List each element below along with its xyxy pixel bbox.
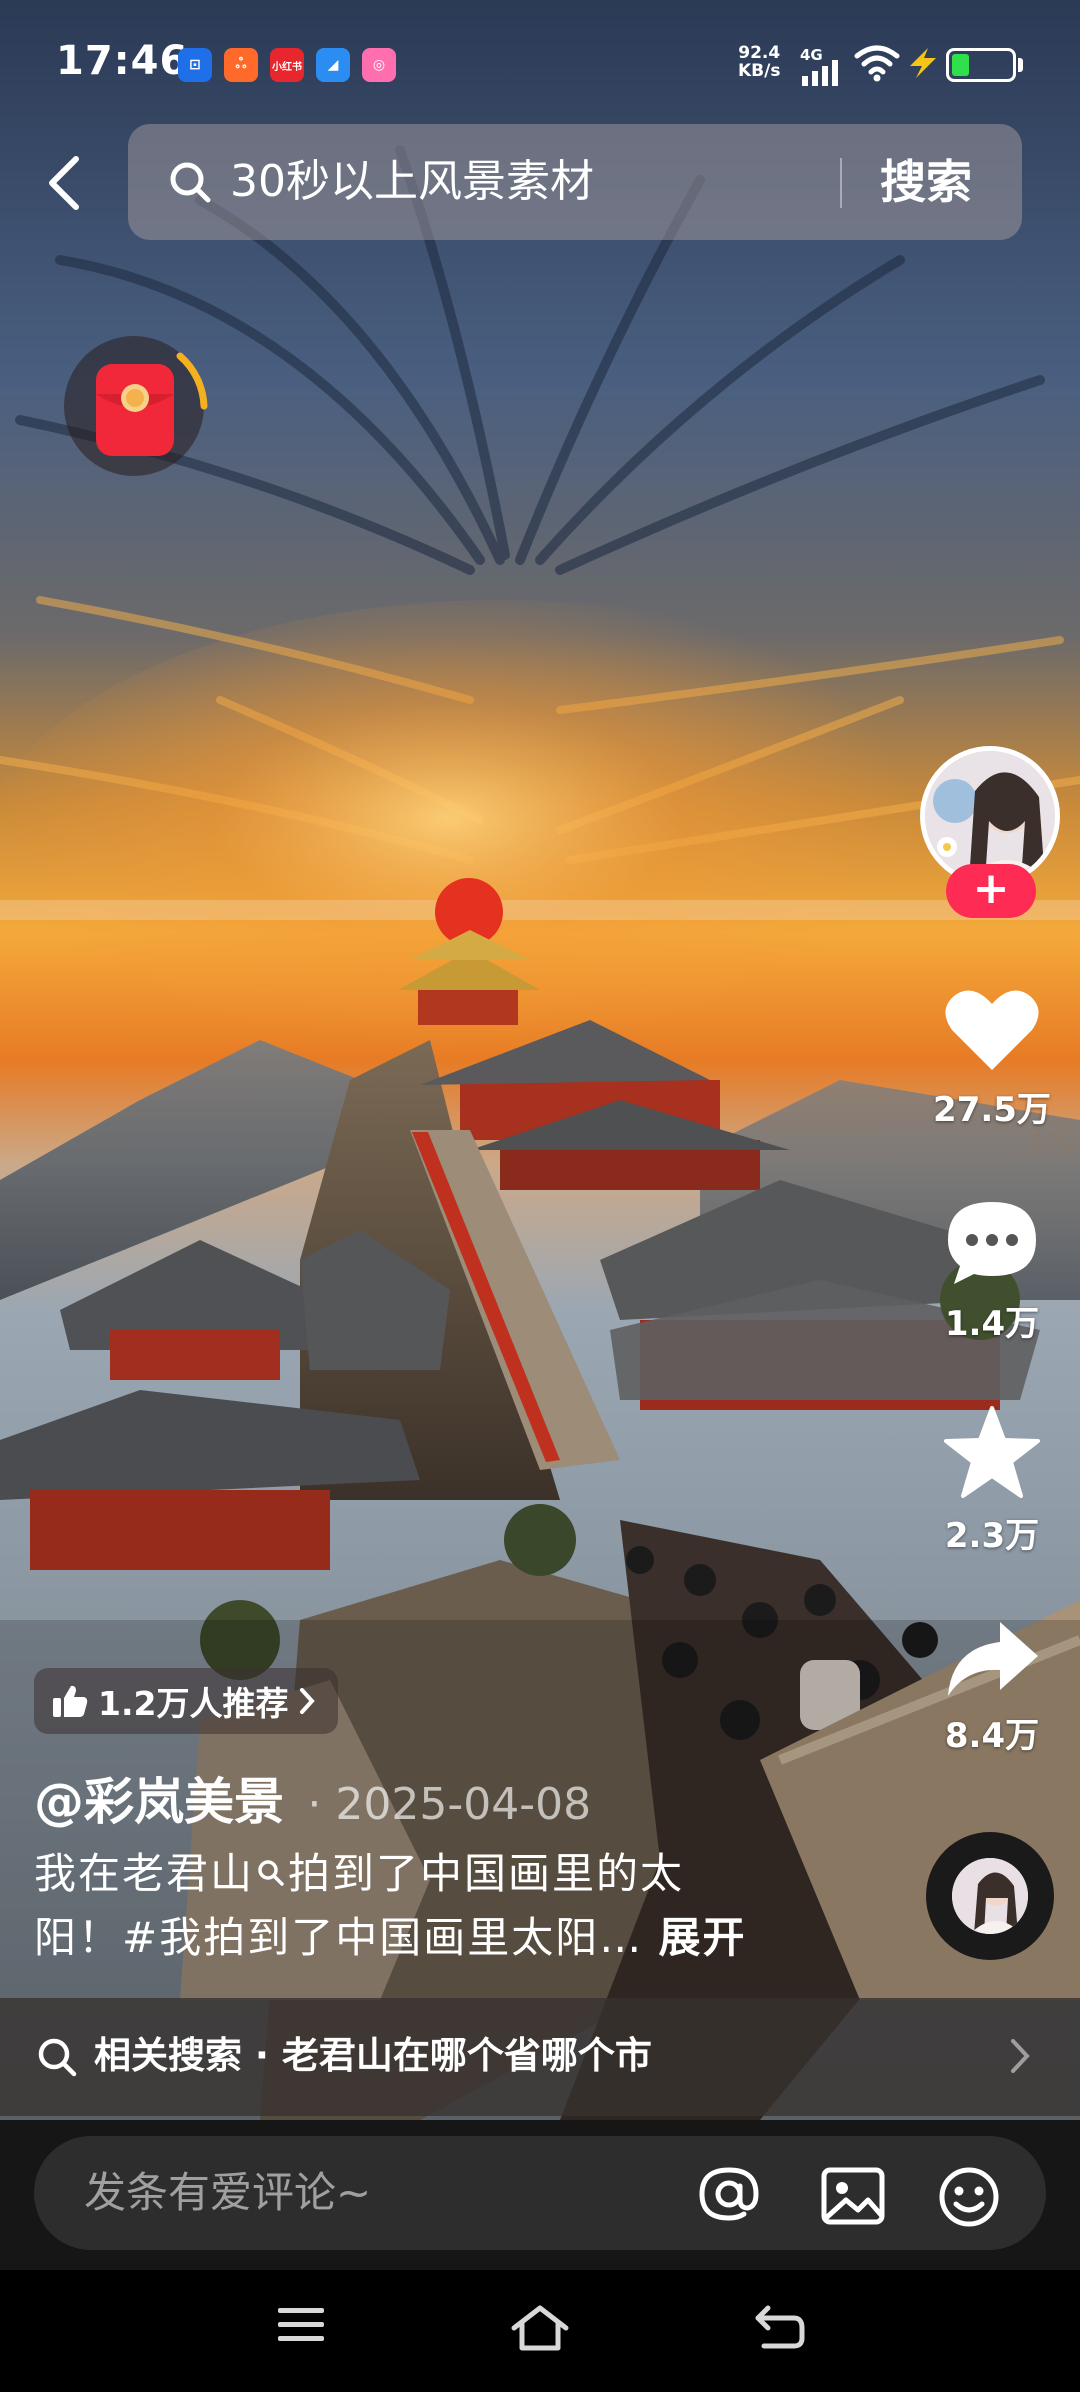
recommend-badge[interactable]: 1.2万人推荐 xyxy=(34,1668,339,1734)
comment-bar: 发条有爱评论~ xyxy=(0,2120,1080,2270)
battery-icon xyxy=(946,48,1016,82)
desc-text-3: 阳！#我拍到了中国画里太阳… xyxy=(34,1913,659,1962)
avatar-image xyxy=(925,751,1055,881)
red-packet-widget[interactable] xyxy=(62,328,212,478)
network-speed: 92.4 KB/s xyxy=(738,43,781,81)
system-nav-bar xyxy=(0,2270,1080,2392)
charging-icon xyxy=(910,48,936,78)
search-keyword-icon[interactable] xyxy=(256,1858,286,1890)
clock: 17:46 xyxy=(56,38,189,84)
favorite-button[interactable]: 2.3万 xyxy=(912,1406,1072,1557)
follow-button[interactable]: + xyxy=(946,864,1036,918)
star-icon xyxy=(944,1406,1040,1498)
favorite-count: 2.3万 xyxy=(944,1516,1040,1556)
chevron-right-icon xyxy=(1011,2039,1030,2073)
video-description[interactable]: 我在老君山 拍到了中国画里的太 阳！#我拍到了中国画里太阳… 展开 xyxy=(34,1842,794,1970)
red-packet-icon xyxy=(64,336,208,476)
author-line: @彩岚美景 · 2025-04-08 xyxy=(34,1762,591,1834)
related-search-icon xyxy=(38,2038,77,2077)
chevron-right-icon xyxy=(300,1688,316,1714)
comment-icon xyxy=(948,1202,1036,1284)
desc-text-1: 我在老君山 xyxy=(34,1849,255,1898)
app-icon-3: 小红书 xyxy=(270,48,304,82)
wifi-icon xyxy=(854,45,900,82)
search-divider xyxy=(840,158,842,208)
status-bar: 17:46 ⊡ ஃ 小红书 ◢ ◎ 92.4 KB/s 4G xyxy=(0,0,1080,120)
mention-icon[interactable] xyxy=(694,2166,764,2222)
app-icon-2: ஃ xyxy=(224,48,258,82)
battery-cap xyxy=(1018,58,1023,72)
app-icon-1: ⊡ xyxy=(178,48,212,82)
desc-text-2: 拍到了中国画里的太 xyxy=(288,1849,685,1898)
related-search-label: 相关搜索 · 老君山在哪个省哪个市 xyxy=(94,2034,652,2077)
like-button[interactable]: 27.5万 xyxy=(912,986,1072,1131)
emoji-icon[interactable] xyxy=(934,2166,1004,2228)
menu-icon[interactable] xyxy=(276,2304,326,2346)
back-button[interactable] xyxy=(36,148,92,218)
app-icon-4: ◢ xyxy=(316,48,350,82)
expand-button[interactable]: 展开 xyxy=(659,1913,747,1962)
notification-icons: ⊡ ஃ 小红书 ◢ ◎ xyxy=(178,48,396,82)
search-button[interactable]: 搜索 xyxy=(880,150,972,214)
comment-input[interactable]: 发条有爱评论~ xyxy=(34,2136,1046,2250)
signal-icon xyxy=(802,60,838,86)
related-search-bar[interactable]: 相关搜索 · 老君山在哪个省哪个市 xyxy=(0,1998,1080,2116)
music-disc-avatar xyxy=(952,1858,1028,1934)
thumbs-up-icon xyxy=(53,1685,88,1717)
like-count: 27.5万 xyxy=(933,1090,1051,1130)
disc-avatar-image xyxy=(952,1858,1028,1934)
post-date: 2025-04-08 xyxy=(335,1779,592,1830)
home-icon[interactable] xyxy=(510,2304,570,2352)
share-button[interactable]: 8.4万 xyxy=(912,1618,1072,1757)
search-icon xyxy=(170,162,211,203)
comment-placeholder: 发条有爱评论~ xyxy=(84,2168,372,2217)
app-icon-5: ◎ xyxy=(362,48,396,82)
music-disc[interactable] xyxy=(926,1832,1054,1960)
recommend-label: 1.2万人推荐 xyxy=(98,1684,289,1723)
back-nav-icon[interactable] xyxy=(754,2304,806,2350)
date-separator: · xyxy=(307,1779,322,1830)
search-bar[interactable]: 30秒以上风景素材 搜索 xyxy=(128,124,1022,240)
back-arrow-icon xyxy=(49,156,79,210)
share-icon xyxy=(948,1622,1038,1696)
heart-icon xyxy=(945,990,1039,1070)
comment-button[interactable]: 1.4万 xyxy=(912,1198,1072,1345)
search-query[interactable]: 30秒以上风景素材 xyxy=(230,150,594,214)
author-name[interactable]: @彩岚美景 xyxy=(34,1773,284,1831)
share-count: 8.4万 xyxy=(944,1716,1040,1756)
image-icon[interactable] xyxy=(820,2166,886,2226)
comment-count: 1.4万 xyxy=(944,1304,1040,1344)
